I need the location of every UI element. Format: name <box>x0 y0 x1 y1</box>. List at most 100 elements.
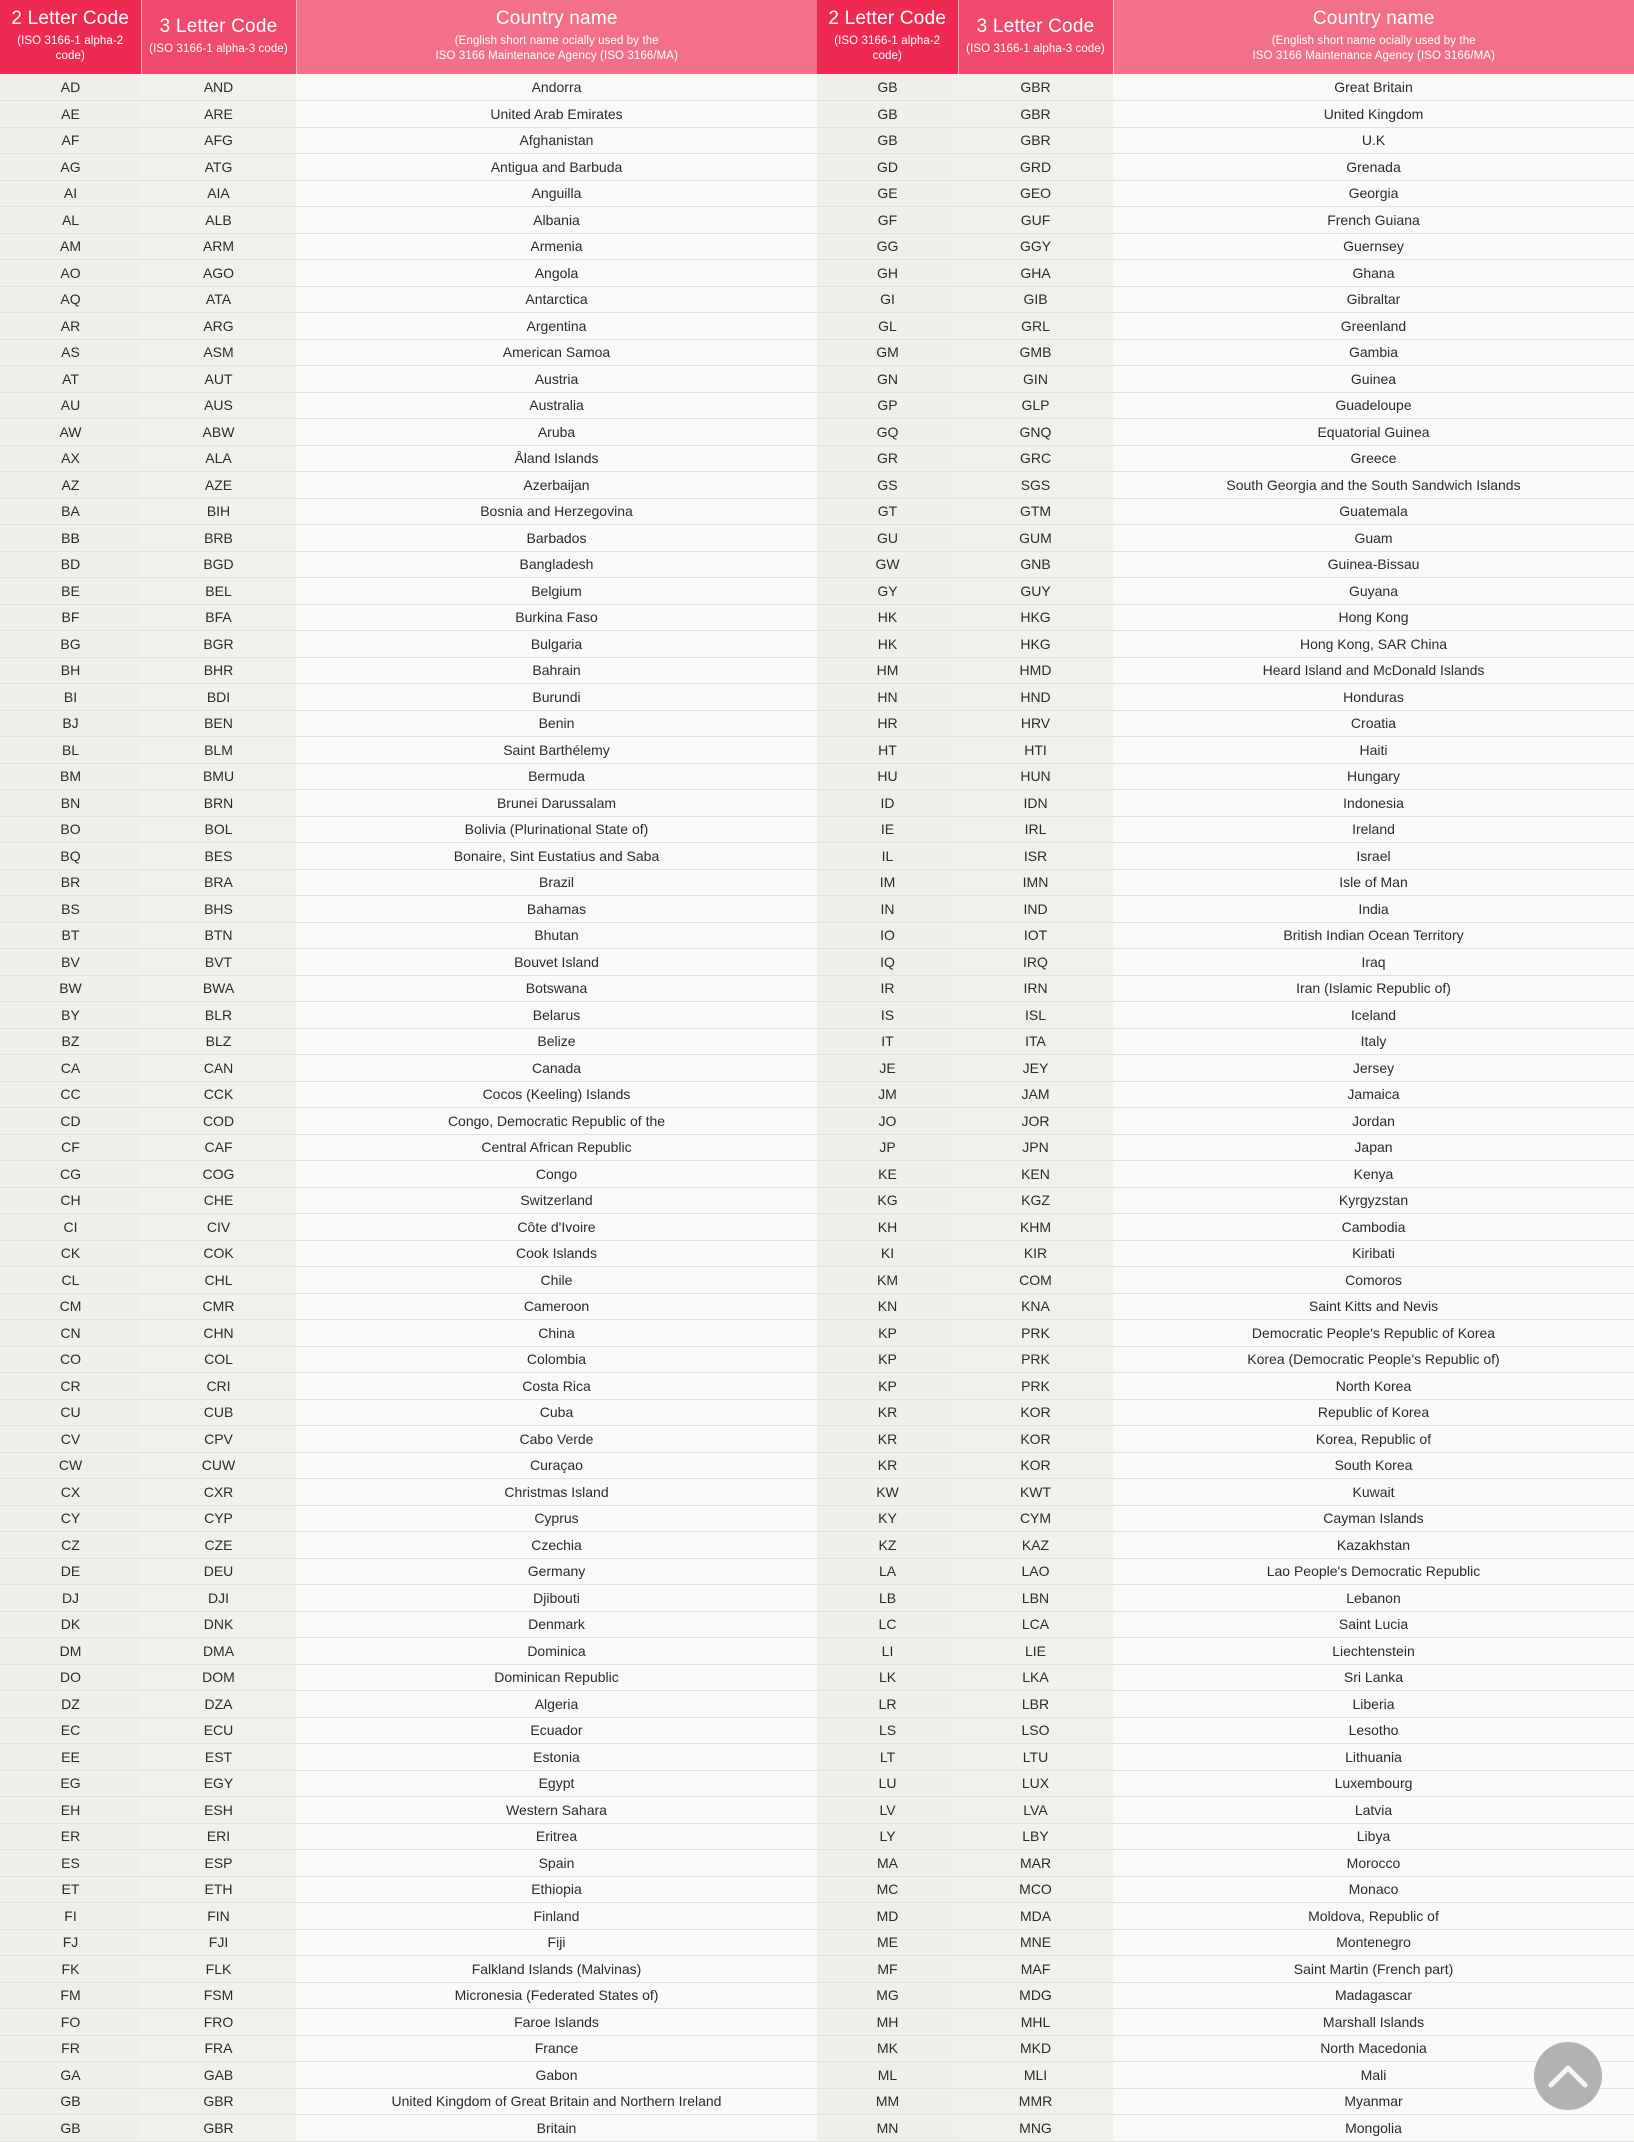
cell-2-letter-code: BM <box>0 763 141 790</box>
cell-3-letter-code: BGR <box>141 630 296 658</box>
cell-3-letter-code: ISL <box>958 1001 1113 1029</box>
table-body-left: AD AND Andorra AE ARE United Arab Emirates AF A… <box>0 74 817 2142</box>
cell-3-letter-code: GMB <box>958 339 1113 366</box>
table-row: BQ BES Bonaire, Sint Eustatius and Saba <box>0 842 817 870</box>
table-row: MN MNG Mongolia <box>817 2114 1634 2142</box>
cell-3-letter-code: CUB <box>141 1399 296 1426</box>
cell-country-name: Anguilla <box>296 180 817 207</box>
cell-2-letter-code: BA <box>0 498 141 525</box>
cell-3-letter-code: LIE <box>958 1637 1113 1665</box>
cell-3-letter-code: MNG <box>958 2114 1113 2142</box>
cell-country-name: Libya <box>1113 1823 1634 1850</box>
table-row: CN CHN China <box>0 1319 817 1347</box>
table-row: JE JEY Jersey <box>817 1054 1634 1082</box>
table-row: AD AND Andorra <box>0 74 817 101</box>
cell-country-name: United Kingdom of Great Britain and Nort… <box>296 2088 817 2115</box>
cell-3-letter-code: DOM <box>141 1664 296 1691</box>
cell-2-letter-code: AL <box>0 206 141 234</box>
cell-2-letter-code: GF <box>817 206 958 234</box>
table-row: LB LBN Lebanon <box>817 1584 1634 1612</box>
cell-country-name: Colombia <box>296 1346 817 1373</box>
cell-2-letter-code: BE <box>0 577 141 605</box>
table-row: CX CXR Christmas Island <box>0 1478 817 1506</box>
table-row: FM FSM Micronesia (Federated States of) <box>0 1982 817 2009</box>
cell-2-letter-code: IL <box>817 842 958 870</box>
cell-country-name: Bolivia (Plurinational State of) <box>296 816 817 843</box>
cell-2-letter-code: DO <box>0 1664 141 1691</box>
cell-country-name: Cayman Islands <box>1113 1505 1634 1532</box>
table-row: FO FRO Faroe Islands <box>0 2008 817 2036</box>
table-row: KZ KAZ Kazakhstan <box>817 1531 1634 1559</box>
cell-3-letter-code: BLR <box>141 1001 296 1029</box>
table-row: HN HND Honduras <box>817 683 1634 711</box>
table-row: BT BTN Bhutan <box>0 922 817 949</box>
cell-2-letter-code: IQ <box>817 948 958 976</box>
scroll-to-top-button[interactable] <box>1534 2041 1602 2110</box>
cell-country-name: Chile <box>296 1266 817 1294</box>
cell-2-letter-code: CO <box>0 1346 141 1373</box>
table-row: BO BOL Bolivia (Plurinational State of) <box>0 816 817 843</box>
cell-2-letter-code: KR <box>817 1399 958 1426</box>
cell-country-name: Hong Kong <box>1113 604 1634 631</box>
table-row: AU AUS Australia <box>0 392 817 419</box>
cell-3-letter-code: ARM <box>141 233 296 260</box>
cell-2-letter-code: GB <box>817 74 958 101</box>
column-header-3-letter-code: 3 Letter Code (ISO 3166-1 alpha-3 code) <box>958 0 1114 74</box>
cell-2-letter-code: ID <box>817 789 958 817</box>
table-row: GD GRD Grenada <box>817 153 1634 181</box>
cell-3-letter-code: GBR <box>141 2114 296 2142</box>
cell-3-letter-code: JAM <box>958 1081 1113 1108</box>
cell-3-letter-code: CHL <box>141 1266 296 1294</box>
table-row: LI LIE Liechtenstein <box>817 1637 1634 1665</box>
cell-2-letter-code: BY <box>0 1001 141 1029</box>
cell-3-letter-code: BGD <box>141 551 296 578</box>
cell-country-name: Moldova, Republic of <box>1113 1902 1634 1930</box>
cell-2-letter-code: DE <box>0 1558 141 1585</box>
table-row: BF BFA Burkina Faso <box>0 604 817 631</box>
cell-3-letter-code: BMU <box>141 763 296 790</box>
cell-country-name: Bulgaria <box>296 630 817 658</box>
table-row: KN KNA Saint Kitts and Nevis <box>817 1293 1634 1320</box>
cell-3-letter-code: KGZ <box>958 1187 1113 1214</box>
cell-country-name: Côte d'Ivoire <box>296 1213 817 1241</box>
cell-2-letter-code: CM <box>0 1293 141 1320</box>
cell-3-letter-code: PRK <box>958 1372 1113 1400</box>
cell-2-letter-code: FI <box>0 1902 141 1930</box>
cell-2-letter-code: ML <box>817 2061 958 2089</box>
cell-3-letter-code: HUN <box>958 763 1113 790</box>
table-row: DO DOM Dominican Republic <box>0 1664 817 1691</box>
table-row: LV LVA Latvia <box>817 1796 1634 1824</box>
cell-country-name: Greenland <box>1113 312 1634 340</box>
table-row: KM COM Comoros <box>817 1266 1634 1294</box>
cell-3-letter-code: BEL <box>141 577 296 605</box>
cell-2-letter-code: AU <box>0 392 141 419</box>
table-row: AI AIA Anguilla <box>0 180 817 207</box>
table-row: BR BRA Brazil <box>0 869 817 896</box>
table-row: CA CAN Canada <box>0 1054 817 1082</box>
cell-country-name: South Korea <box>1113 1452 1634 1479</box>
cell-3-letter-code: GRC <box>958 445 1113 472</box>
cell-3-letter-code: ERI <box>141 1823 296 1850</box>
cell-2-letter-code: AS <box>0 339 141 366</box>
cell-2-letter-code: EG <box>0 1770 141 1797</box>
cell-2-letter-code: FO <box>0 2008 141 2036</box>
cell-2-letter-code: AZ <box>0 471 141 499</box>
cell-3-letter-code: CYM <box>958 1505 1113 1532</box>
cell-3-letter-code: BLM <box>141 736 296 764</box>
cell-country-name: Britain <box>296 2114 817 2142</box>
cell-3-letter-code: FSM <box>141 1982 296 2009</box>
table-row: GB GBR United Kingdom <box>817 100 1634 128</box>
cell-country-name: Curaçao <box>296 1452 817 1479</box>
cell-3-letter-code: COL <box>141 1346 296 1373</box>
cell-2-letter-code: FR <box>0 2035 141 2062</box>
table-row: BA BIH Bosnia and Herzegovina <box>0 498 817 525</box>
cell-country-name: Guam <box>1113 524 1634 552</box>
cell-country-name: Dominica <box>296 1637 817 1665</box>
table-row: BY BLR Belarus <box>0 1001 817 1029</box>
table-row: HK HKG Hong Kong, SAR China <box>817 630 1634 658</box>
cell-3-letter-code: COD <box>141 1107 296 1135</box>
cell-3-letter-code: KOR <box>958 1452 1113 1479</box>
cell-2-letter-code: LC <box>817 1611 958 1638</box>
cell-2-letter-code: FK <box>0 1955 141 1983</box>
table-row: CG COG Congo <box>0 1160 817 1188</box>
